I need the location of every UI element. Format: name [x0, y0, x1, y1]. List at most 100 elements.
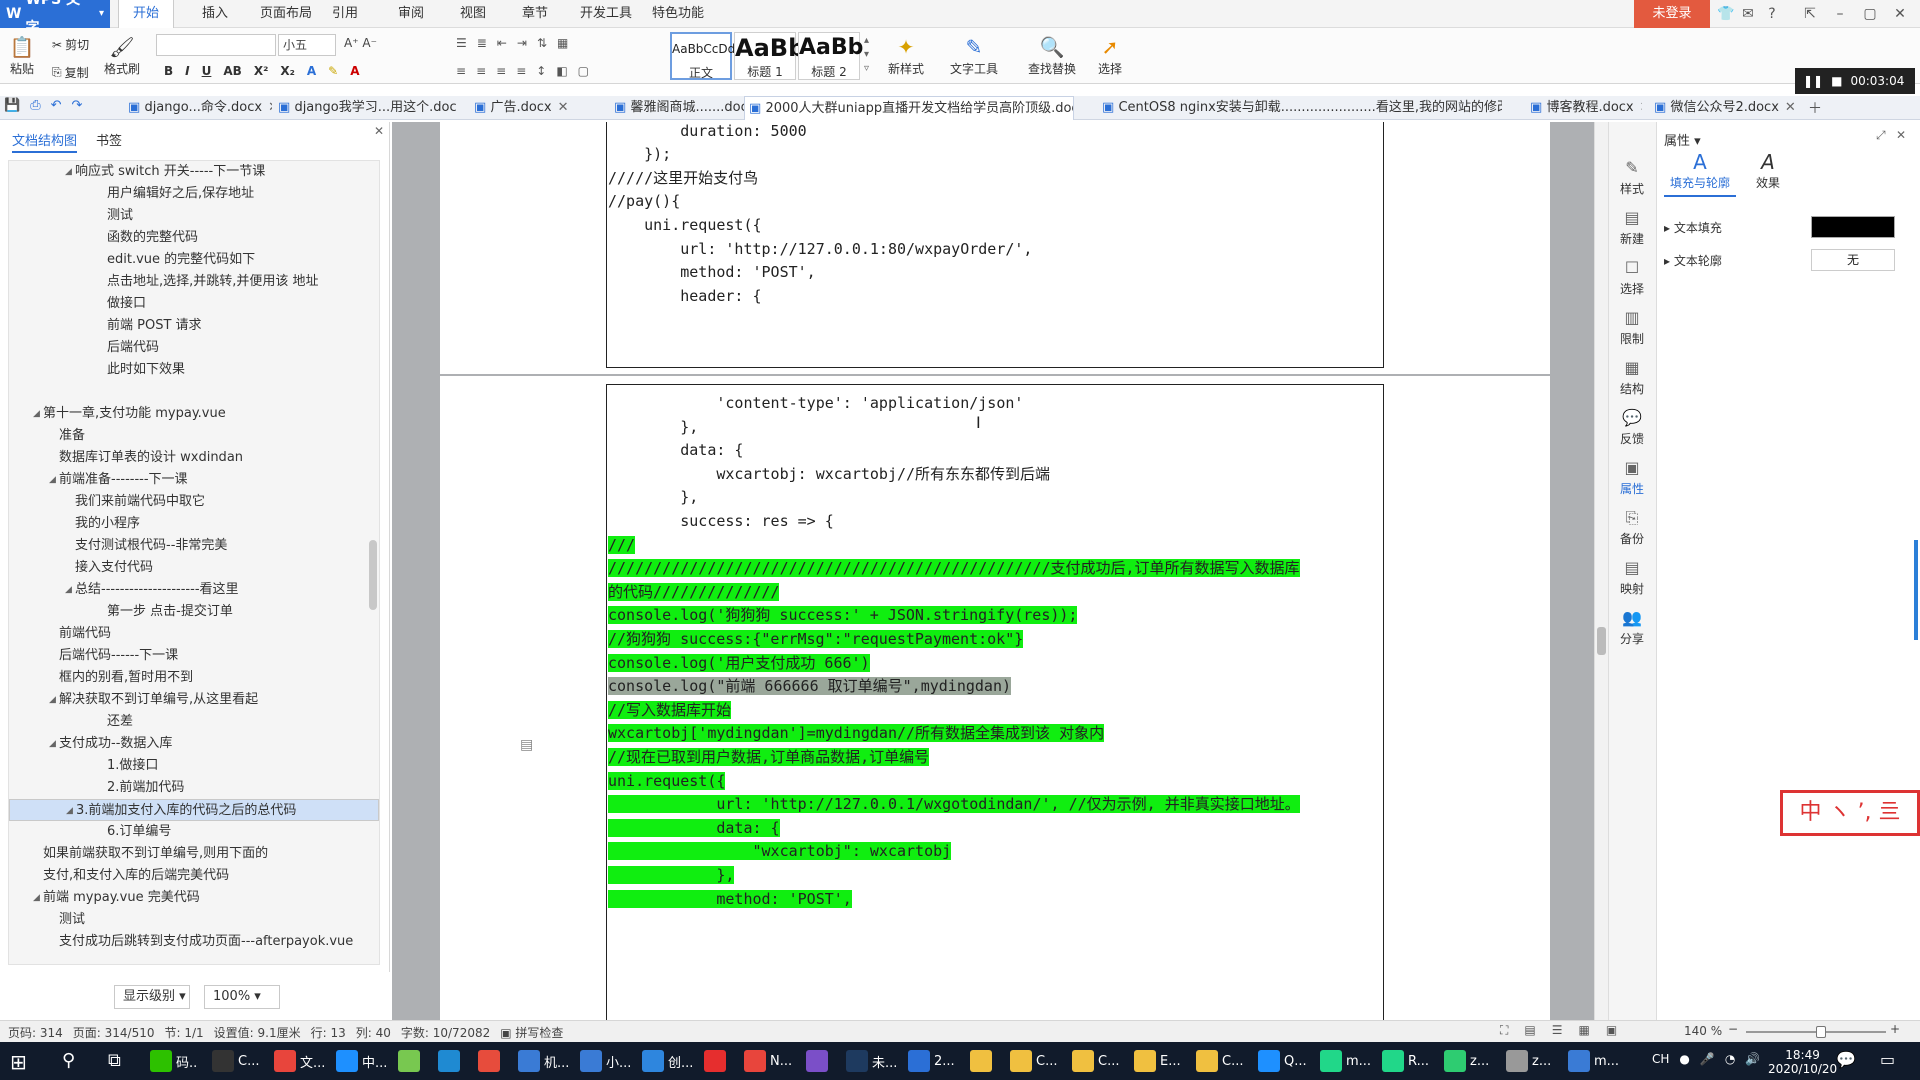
paragraph-buttons-row2[interactable]: ≡ ≡ ≡ ≡ ↕ ◧ ▢	[456, 64, 589, 78]
taskbar-app-edge[interactable]: m...	[1568, 1046, 1619, 1076]
paragraph-marker-icon[interactable]: ▤	[520, 737, 533, 753]
task-pane-structure[interactable]: ▦ 结构	[1610, 358, 1654, 397]
outline-item[interactable]: 函数的完整代码	[9, 227, 379, 249]
code-line[interactable]: uni.request({	[608, 214, 761, 236]
line-spacing-icon[interactable]: ↕	[536, 64, 546, 78]
format-painter-button[interactable]: 🖌 格式刷	[104, 34, 140, 77]
notification-icon[interactable]: 💬	[1836, 1050, 1856, 1069]
properties-title[interactable]: 属性 ▾	[1664, 130, 1701, 149]
tab-bookmarks[interactable]: 书签	[96, 130, 122, 149]
taskbar-app-wechat[interactable]: 码..	[150, 1046, 197, 1076]
text-effect-icon[interactable]: A	[307, 64, 316, 78]
numbered-list-icon[interactable]: ≣	[477, 36, 487, 50]
code-line[interactable]: duration: 5000	[608, 122, 806, 142]
status-page[interactable]: 页面: 314/510	[73, 1024, 155, 1041]
taskbar-app-wps[interactable]: 2...	[908, 1046, 955, 1076]
doc-tab-1[interactable]: ▣ django我学习...用这个.docx✕	[274, 96, 456, 120]
add-tab-icon[interactable]: ＋	[1808, 98, 1822, 118]
outline-item[interactable]: ◢ 总结---------------------看这里	[9, 579, 379, 601]
doc-tab-7[interactable]: ▣ 微信公众号2.docx ✕	[1650, 96, 1800, 120]
code-line[interactable]: wxcartobj: wxcartobj//所有东东都传到后端	[608, 463, 1050, 485]
stop-icon[interactable]: ■	[1831, 74, 1842, 88]
outline-item[interactable]: ◢ 解决获取不到订单编号,从这里看起	[9, 689, 379, 711]
outline-item[interactable]: 测试	[9, 205, 379, 227]
paragraph-buttons-row1[interactable]: ☰ ≣ ⇤ ⇥ ⇅ ▦	[456, 36, 568, 50]
login-button[interactable]: 未登录	[1634, 0, 1710, 28]
fullscreen-icon[interactable]: ⛶	[1500, 1023, 1508, 1038]
text-outline-row[interactable]: ▸ 文本轮廓	[1664, 252, 1722, 269]
border-icon[interactable]: ▢	[578, 64, 589, 78]
code-line[interactable]: method: 'POST',	[608, 261, 815, 283]
style-gallery-item-2[interactable]: AaBb 标题 2	[798, 32, 863, 80]
maximize-icon[interactable]: ▢	[1860, 4, 1880, 24]
zoom-slider[interactable]	[1746, 1026, 1886, 1038]
style-gallery-item-0[interactable]: AaBbCcDd 正文	[670, 32, 735, 80]
outline-item[interactable]: ◢ 第十一章,支付功能 mypay.vue	[9, 403, 379, 425]
code-line[interactable]: url: 'http://127.0.0.1:80/wxpayOrder/',	[608, 238, 1032, 260]
document-scrollbar[interactable]	[1594, 122, 1608, 1022]
taskbar-app-browser[interactable]: 机...	[518, 1046, 569, 1076]
pause-icon[interactable]: ❚❚	[1803, 74, 1823, 88]
outline-item[interactable]: 支付,和支付入库的后端完美代码	[9, 865, 379, 887]
volume-icon[interactable]: 🔊	[1745, 1052, 1760, 1066]
task-pane-backup[interactable]: ⎘ 备份	[1610, 508, 1654, 547]
taskbar-app-vscode[interactable]	[438, 1046, 464, 1076]
code-line[interactable]: },	[608, 486, 698, 508]
sort-icon[interactable]: ⇅	[537, 36, 547, 50]
code-line[interactable]: console.log('狗狗狗 success:' + JSON.string…	[608, 604, 1078, 626]
taskbar-app-folder4[interactable]: E...	[1134, 1046, 1181, 1076]
taskbar-app-notepad[interactable]	[398, 1046, 424, 1076]
code-line[interactable]: ////////////////////////////////////////…	[608, 557, 1300, 579]
taskbar-app-folder3[interactable]: C...	[1072, 1046, 1119, 1076]
outline-item[interactable]: 前端 POST 请求	[9, 315, 379, 337]
decrease-indent-icon[interactable]: ⇤	[497, 36, 507, 50]
app-menu-button[interactable]: W WPS 文字 ▾	[0, 0, 110, 36]
close-properties-icon[interactable]: ✕	[1896, 128, 1906, 142]
superscript-icon[interactable]: X²	[254, 64, 269, 78]
show-desktop-icon[interactable]: ▭	[1880, 1050, 1895, 1069]
doc-tab-5[interactable]: ▣ CentOS8 nginx安装与卸载....................…	[1098, 96, 1502, 120]
status-page-code[interactable]: 页码: 314	[8, 1024, 63, 1041]
code-line[interactable]: method: 'POST',	[608, 888, 852, 910]
menu-tab-1[interactable]: 插入	[188, 0, 242, 28]
doc-tab-0[interactable]: ▣ django...命令.docx ✕	[124, 96, 272, 120]
outline-item[interactable]: ◢ 3.前端加支付入库的代码之后的总代码	[9, 799, 379, 821]
expand-arrow-icon[interactable]: ◢	[66, 800, 73, 822]
outline-item[interactable]: 我们来前端代码中取它	[9, 491, 379, 513]
outline-item[interactable]: 6.订单编号	[9, 821, 379, 843]
close-icon[interactable]: ✕	[1890, 4, 1910, 24]
outline-item[interactable]: ◢ 前端准备--------下一课	[9, 469, 379, 491]
doc-tab-2[interactable]: ▣ 广告.docx ✕	[470, 96, 582, 120]
code-line[interactable]: ///	[608, 534, 636, 556]
save-icon[interactable]: 💾	[4, 98, 20, 113]
expand-arrow-icon[interactable]: ◢	[65, 161, 72, 183]
code-line[interactable]: //写入数据库开始	[608, 699, 732, 721]
code-line[interactable]: console.log('用户支付成功 666')	[608, 652, 870, 674]
menu-tab-3[interactable]: 引用	[318, 0, 372, 28]
subscript-icon[interactable]: X₂	[280, 64, 295, 78]
task-pane-style[interactable]: ✎ 样式	[1610, 158, 1654, 197]
code-line[interactable]: },	[608, 864, 735, 886]
tab-document-map[interactable]: 文档结构图	[12, 130, 78, 153]
outline-item[interactable]: 还差	[9, 711, 379, 733]
code-line[interactable]: url: 'http://127.0.0.1/wxgotodindan/', /…	[608, 793, 1300, 815]
text-fill-row[interactable]: ▸ 文本填充	[1664, 219, 1722, 236]
outline-item[interactable]: 点击地址,选择,并跳转,并便用该 地址	[9, 271, 379, 293]
taskbar-app-folder[interactable]	[970, 1046, 996, 1076]
menu-tab-4[interactable]: 审阅	[384, 0, 438, 28]
scroll-thumb[interactable]	[1597, 627, 1606, 655]
expand-arrow-icon[interactable]: ◢	[49, 469, 56, 491]
code-line[interactable]: 的代码//////////////	[608, 581, 780, 603]
protect-view-icon[interactable]: ▣	[1606, 1023, 1617, 1038]
code-line[interactable]: data: {	[608, 439, 743, 461]
tab-fill-outline[interactable]: A 填充与轮廓	[1664, 150, 1736, 197]
font-style-buttons[interactable]: B I U AB X² X₂ A ✎ A	[164, 64, 360, 78]
justify-icon[interactable]: ≡	[516, 64, 526, 78]
redo-icon[interactable]: ↷	[72, 98, 83, 113]
outline-item[interactable]: 支付测试根代码--非常完美	[9, 535, 379, 557]
code-line[interactable]: success: res => {	[608, 510, 834, 532]
page-view-icon[interactable]: ▤	[1524, 1023, 1535, 1038]
task-pane-new[interactable]: ▤ 新建	[1610, 208, 1654, 247]
outline-item[interactable]: 1.做接口	[9, 755, 379, 777]
bold-icon[interactable]: B	[164, 64, 173, 78]
